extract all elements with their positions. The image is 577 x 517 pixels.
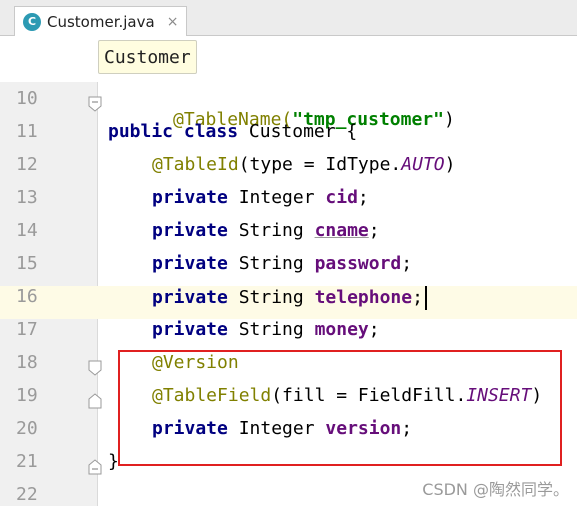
code-line: 15 private String password;: [0, 253, 577, 286]
fold-marker-icon[interactable]: [88, 96, 102, 112]
code-line: 17 private String money;: [0, 319, 577, 352]
code-text: @TableName("tmp_customer"): [173, 109, 455, 130]
code-text: private String password;: [152, 253, 413, 274]
java-class-icon: C: [23, 12, 41, 31]
line-number: 10: [16, 88, 38, 109]
code-text: private String cname;: [152, 220, 380, 241]
tab-customer-java[interactable]: C Customer.java ×: [14, 6, 188, 36]
close-icon[interactable]: ×: [167, 14, 179, 30]
highlight-annotation-box: [118, 350, 562, 466]
line-number: 14: [16, 220, 38, 241]
code-text: private Integer cid;: [152, 187, 369, 208]
line-number: 16: [0, 286, 60, 319]
text-cursor: [424, 286, 427, 310]
line-number: 15: [16, 253, 38, 274]
code-text: public class Customer {: [108, 121, 358, 142]
line-number: 22: [16, 484, 38, 505]
line-number: 18: [16, 352, 38, 373]
code-line: 13 private Integer cid;: [0, 187, 577, 220]
line-number: 19: [16, 385, 38, 406]
fold-marker-icon[interactable]: [88, 360, 102, 376]
line-number: 21: [16, 451, 38, 472]
tab-label: Customer.java: [47, 12, 155, 31]
code-line: 12 @TableId(type = IdType.AUTO): [0, 154, 577, 187]
line-number: 12: [16, 154, 38, 175]
current-code-line: 16 private String telephone;: [0, 286, 577, 319]
code-text: @TableId(type = IdType.AUTO): [152, 154, 456, 175]
watermark: CSDN @陶然同学。: [422, 480, 569, 499]
fold-marker-icon[interactable]: [88, 459, 102, 475]
editor-tab-bar: C Customer.java ×: [0, 0, 577, 36]
code-text: private String telephone;: [108, 286, 427, 319]
code-line: 11 public class Customer {: [0, 121, 577, 154]
breadcrumb[interactable]: Customer: [98, 40, 197, 74]
line-number: 17: [16, 319, 38, 340]
code-line: 14 private String cname;: [0, 220, 577, 253]
breadcrumb-area: Customer: [0, 36, 577, 82]
code-line: 10 @TableName("tmp_customer"): [0, 88, 577, 130]
line-number: 11: [16, 121, 38, 142]
code-text: private String money;: [152, 319, 380, 340]
line-number: 20: [16, 418, 38, 439]
line-number: 13: [16, 187, 38, 208]
fold-marker-icon[interactable]: [88, 393, 102, 409]
